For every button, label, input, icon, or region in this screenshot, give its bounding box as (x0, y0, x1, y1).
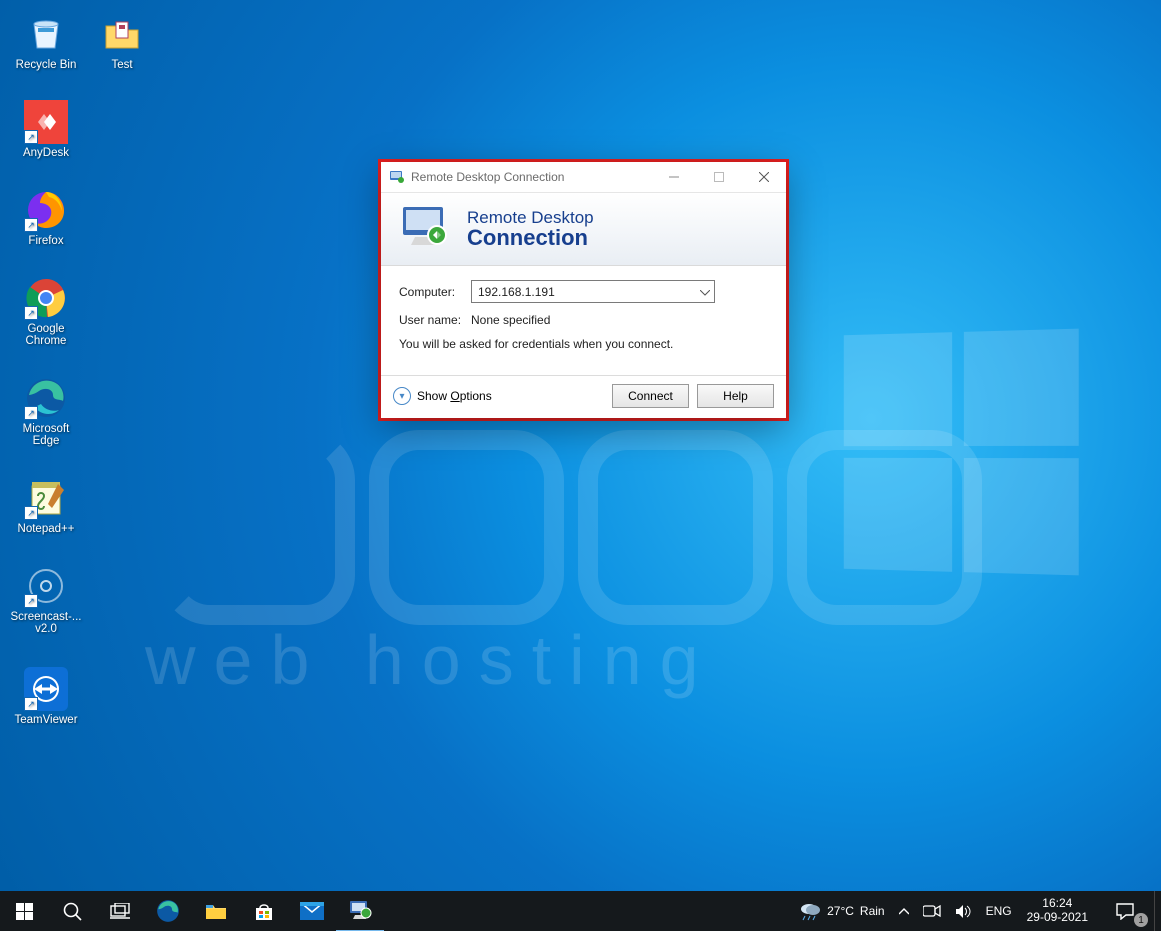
help-button[interactable]: Help (697, 384, 774, 408)
icon-label: Google Chrome (26, 323, 67, 347)
icon-label: Test (111, 59, 132, 71)
taskbar-rdp[interactable] (336, 890, 384, 931)
tray-notifications[interactable]: 1 (1096, 891, 1154, 931)
tray-time: 16:24 (1042, 897, 1072, 911)
rdp-banner-icon (397, 203, 453, 256)
desktop-icon-firefox[interactable]: ↗ Firefox (10, 188, 82, 247)
icon-label: Firefox (28, 235, 63, 247)
minimize-button[interactable] (651, 162, 696, 192)
desktop-icon-recycle-bin[interactable]: Recycle Bin (10, 12, 82, 71)
weather-cond: Rain (860, 904, 885, 918)
tray-meet-now-icon[interactable] (916, 891, 948, 931)
username-value: None specified (471, 313, 550, 327)
desktop-icon-screencast[interactable]: ↗ Screencast-... v2.0 (10, 564, 82, 635)
rdp-banner: Remote Desktop Connection (381, 193, 786, 266)
desktop[interactable]: web hosting Recycle Bin Test ↗ AnyDesk ↗… (0, 0, 1161, 931)
rdp-titlebar[interactable]: Remote Desktop Connection (381, 162, 786, 193)
desktop-icon-chrome[interactable]: ↗ Google Chrome (10, 276, 82, 347)
watermark-accu-icon (160, 430, 982, 625)
rdp-app-icon (389, 169, 405, 185)
computer-value: 192.168.1.191 (478, 285, 555, 299)
desktop-icon-test-folder[interactable]: Test (92, 12, 152, 71)
weather-widget[interactable]: 27°C Rain (792, 891, 892, 931)
desktop-icon-notepadpp[interactable]: ↗ Notepad++ (10, 476, 82, 535)
show-options-toggle[interactable]: ▾ Show Options (393, 387, 492, 405)
taskbar-mail[interactable] (288, 891, 336, 931)
icon-label: Recycle Bin (16, 59, 77, 71)
taskbar-store[interactable] (240, 891, 288, 931)
icon-label: Notepad++ (18, 523, 75, 535)
maximize-button[interactable] (696, 162, 741, 192)
rdp-banner-title1: Remote Desktop (467, 209, 594, 227)
rdp-highlight-frame: Remote Desktop Connection Remote Desktop… (378, 159, 789, 421)
icon-label: Microsoft Edge (23, 423, 70, 447)
chevron-down-icon: ▾ (393, 387, 411, 405)
taskbar[interactable]: 27°C Rain ENG 16:24 29-09-2021 1 (0, 891, 1161, 931)
icon-label: Screencast-... v2.0 (11, 611, 82, 635)
show-options-label: Show Options (417, 389, 492, 403)
remote-desktop-window[interactable]: Remote Desktop Connection Remote Desktop… (381, 162, 786, 418)
rdp-title: Remote Desktop Connection (411, 170, 564, 184)
credentials-note: You will be asked for credentials when y… (399, 337, 768, 351)
taskbar-edge[interactable] (144, 891, 192, 931)
rdp-banner-title2: Connection (467, 226, 594, 249)
weather-temp: 27°C (827, 904, 854, 918)
tray-language[interactable]: ENG (979, 891, 1019, 931)
close-button[interactable] (741, 162, 786, 192)
tray-date: 29-09-2021 (1027, 911, 1088, 925)
tray-volume-icon[interactable] (948, 891, 979, 931)
icon-label: AnyDesk (23, 147, 69, 159)
task-view-button[interactable] (96, 891, 144, 931)
desktop-icon-teamviewer[interactable]: ↗ TeamViewer (10, 667, 82, 726)
computer-label: Computer: (399, 285, 471, 299)
system-tray: 27°C Rain ENG 16:24 29-09-2021 1 (792, 891, 1161, 931)
computer-combobox[interactable]: 192.168.1.191 (471, 280, 715, 303)
start-button[interactable] (0, 891, 48, 931)
desktop-icon-edge[interactable]: ↗ Microsoft Edge (10, 376, 82, 447)
desktop-icon-anydesk[interactable]: ↗ AnyDesk (10, 100, 82, 159)
taskbar-file-explorer[interactable] (192, 891, 240, 931)
watermark-text: web hosting (145, 620, 717, 700)
icon-label: TeamViewer (14, 714, 77, 726)
tray-overflow[interactable] (892, 891, 916, 931)
connect-button[interactable]: Connect (612, 384, 689, 408)
username-label: User name: (399, 313, 471, 327)
notif-badge: 1 (1134, 913, 1148, 927)
chevron-down-icon (700, 285, 710, 299)
search-button[interactable] (48, 891, 96, 931)
show-desktop-button[interactable] (1154, 891, 1161, 931)
tray-clock[interactable]: 16:24 29-09-2021 (1019, 891, 1096, 931)
